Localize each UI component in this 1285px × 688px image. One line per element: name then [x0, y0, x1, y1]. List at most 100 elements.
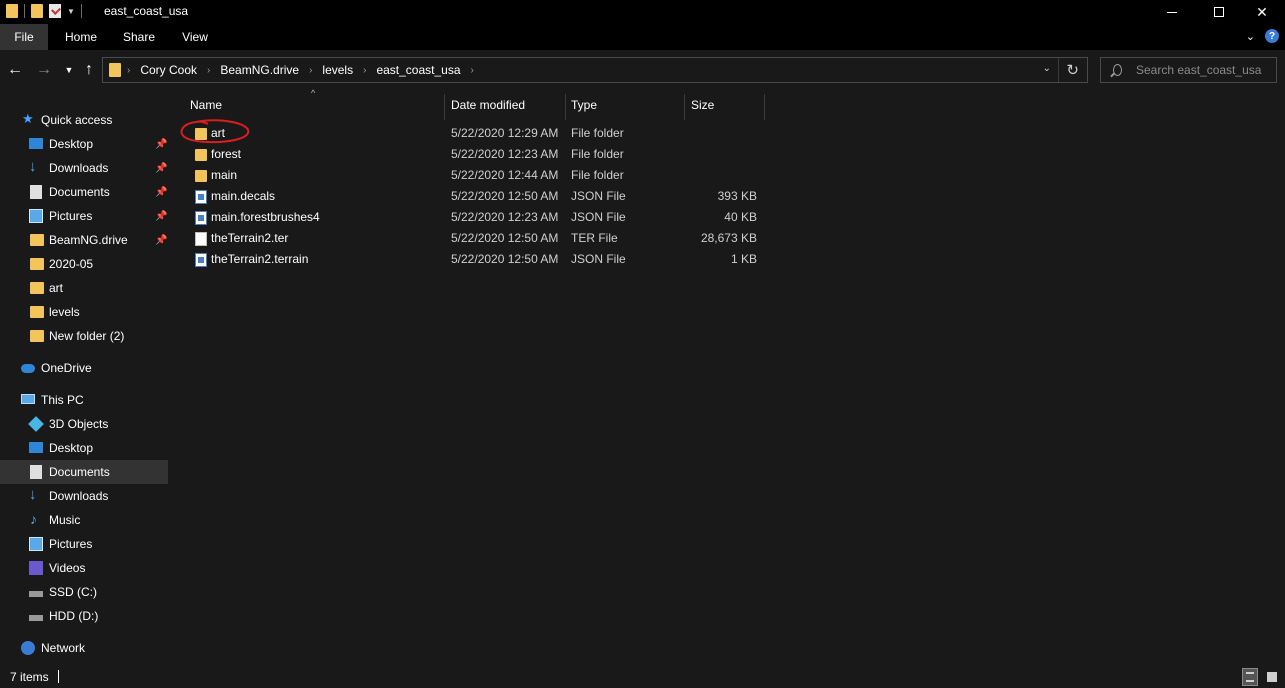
pin-icon[interactable]: 📌	[155, 211, 167, 222]
sidebar-item-this-pc[interactable]: This PC	[0, 388, 168, 412]
sidebar-item-documents[interactable]: Documents 📌	[0, 180, 168, 204]
file-type: File folder	[571, 126, 624, 140]
forward-button[interactable]: →	[34, 60, 54, 80]
table-row[interactable]: forest 5/22/2020 12:23 AM File folder	[172, 144, 772, 165]
sidebar-item-pictures[interactable]: Pictures 📌	[0, 204, 168, 228]
tab-view[interactable]: View	[170, 24, 220, 50]
sidebar-item-art[interactable]: art	[0, 276, 168, 300]
sidebar-item-label: Pictures	[49, 537, 93, 551]
refresh-icon[interactable]: ↻	[1066, 61, 1079, 79]
column-header-type[interactable]: Type	[571, 90, 597, 120]
new-folder-icon[interactable]	[31, 4, 43, 18]
details-view-icon	[1246, 672, 1254, 682]
breadcrumb-cory-cook[interactable]: Cory Cook	[140, 63, 197, 77]
table-row[interactable]: main 5/22/2020 12:44 AM File folder	[172, 165, 772, 186]
sidebar-item-levels[interactable]: levels	[0, 300, 168, 324]
breadcrumb-separator[interactable]: ›	[363, 65, 366, 76]
sidebar-item-downloads-pc[interactable]: ↓ Downloads	[0, 484, 168, 508]
search-input[interactable]	[1136, 63, 1276, 77]
back-button[interactable]: ←	[5, 60, 25, 80]
properties-icon[interactable]	[49, 4, 61, 18]
file-date: 5/22/2020 12:23 AM	[451, 147, 559, 161]
details-view-button[interactable]	[1242, 668, 1258, 686]
expand-ribbon-icon[interactable]: ⌄	[1246, 30, 1255, 43]
table-row[interactable]: art 5/22/2020 12:29 AM File folder	[172, 123, 772, 144]
pin-icon[interactable]: 📌	[155, 187, 167, 198]
sidebar-item-2020-05[interactable]: 2020-05	[0, 252, 168, 276]
folder-icon	[195, 149, 207, 161]
search-box[interactable]	[1100, 57, 1277, 83]
breadcrumb-separator[interactable]: ›	[127, 65, 130, 76]
column-divider[interactable]	[565, 94, 566, 120]
file-date: 5/22/2020 12:23 AM	[451, 210, 559, 224]
column-header-name[interactable]: Name	[190, 90, 222, 120]
address-history-dropdown[interactable]: ⌄	[1043, 63, 1051, 74]
network-icon	[21, 641, 35, 655]
file-size: 1 KB	[730, 252, 757, 266]
breadcrumb-separator[interactable]: ›	[471, 65, 474, 76]
file-type: JSON File	[571, 210, 626, 224]
column-divider[interactable]	[764, 94, 765, 120]
sidebar-item-label: New folder (2)	[49, 329, 125, 343]
column-divider[interactable]	[444, 94, 445, 120]
table-row[interactable]: main.decals 5/22/2020 12:50 AM JSON File…	[172, 186, 772, 207]
desktop-icon	[29, 442, 43, 453]
tab-home[interactable]: Home	[56, 24, 106, 50]
documents-icon	[30, 185, 42, 199]
sidebar-item-music[interactable]: ♪ Music	[0, 508, 168, 532]
chevron-down-icon[interactable]: ▼	[67, 7, 75, 16]
file-name: theTerrain2.ter	[211, 231, 289, 245]
column-header-date[interactable]: Date modified	[451, 90, 525, 120]
help-icon[interactable]: ?	[1265, 29, 1279, 43]
maximize-button[interactable]	[1196, 0, 1242, 24]
table-row[interactable]: theTerrain2.ter 5/22/2020 12:50 AM TER F…	[172, 228, 772, 249]
pictures-icon	[29, 537, 43, 551]
table-row[interactable]: theTerrain2.terrain 5/22/2020 12:50 AM J…	[172, 249, 772, 270]
large-icons-view-button[interactable]	[1264, 668, 1280, 686]
sidebar-item-onedrive[interactable]: OneDrive	[0, 356, 168, 380]
sidebar-item-beamng[interactable]: BeamNG.drive 📌	[0, 228, 168, 252]
address-bar[interactable]: › Cory Cook › BeamNG.drive › levels › ea…	[102, 57, 1088, 83]
breadcrumb-east-coast-usa[interactable]: east_coast_usa	[376, 63, 460, 77]
sidebar-item-downloads[interactable]: ↓ Downloads 📌	[0, 156, 168, 180]
tab-share[interactable]: Share	[114, 24, 164, 50]
sidebar-item-label: Music	[49, 513, 81, 527]
sidebar-item-new-folder-2[interactable]: New folder (2)	[0, 324, 168, 348]
pin-icon[interactable]: 📌	[155, 235, 167, 246]
sidebar-item-desktop-pc[interactable]: Desktop	[0, 436, 168, 460]
breadcrumb-separator[interactable]: ›	[207, 65, 210, 76]
sidebar-item-desktop[interactable]: Desktop 📌	[0, 132, 168, 156]
up-button[interactable]: ↑	[79, 60, 99, 80]
sidebar-item-network[interactable]: Network	[0, 636, 168, 660]
column-header-size[interactable]: Size	[691, 90, 714, 120]
sidebar-item-label: Desktop	[49, 441, 94, 455]
sidebar-item-3d-objects[interactable]: 3D Objects	[0, 412, 168, 436]
blank-file-icon	[195, 232, 207, 246]
sidebar-item-quick-access[interactable]: ★ Quick access	[0, 108, 168, 132]
file-date: 5/22/2020 12:44 AM	[451, 168, 559, 182]
sidebar-item-label: Network	[41, 641, 86, 655]
status-divider	[58, 670, 59, 683]
sidebar-item-ssd-c[interactable]: SSD (C:)	[0, 580, 168, 604]
recent-locations-button[interactable]: ▼	[59, 60, 79, 80]
sidebar-item-hdd-d[interactable]: HDD (D:)	[0, 604, 168, 628]
file-size: 28,673 KB	[700, 231, 757, 245]
maximize-icon	[1214, 7, 1224, 17]
arrow-left-icon: ←	[7, 61, 23, 78]
sidebar-item-videos[interactable]: Videos	[0, 556, 168, 580]
breadcrumb-beamng[interactable]: BeamNG.drive	[220, 63, 299, 77]
folder-icon	[109, 63, 121, 77]
pin-icon[interactable]: 📌	[155, 139, 167, 150]
breadcrumb-levels[interactable]: levels	[322, 63, 353, 77]
pin-icon[interactable]: 📌	[155, 163, 167, 174]
breadcrumb-separator[interactable]: ›	[309, 65, 312, 76]
minimize-button[interactable]	[1149, 0, 1195, 24]
table-row[interactable]: main.forestbrushes4 5/22/2020 12:23 AM J…	[172, 207, 772, 228]
sidebar-item-pictures-pc[interactable]: Pictures	[0, 532, 168, 556]
column-divider[interactable]	[684, 94, 685, 120]
tab-file[interactable]: File	[0, 24, 48, 50]
close-button[interactable]: ✕	[1239, 0, 1285, 24]
file-size: 393 KB	[717, 189, 757, 203]
file-date: 5/22/2020 12:29 AM	[451, 126, 559, 140]
sidebar-item-documents-pc[interactable]: Documents	[0, 460, 168, 484]
